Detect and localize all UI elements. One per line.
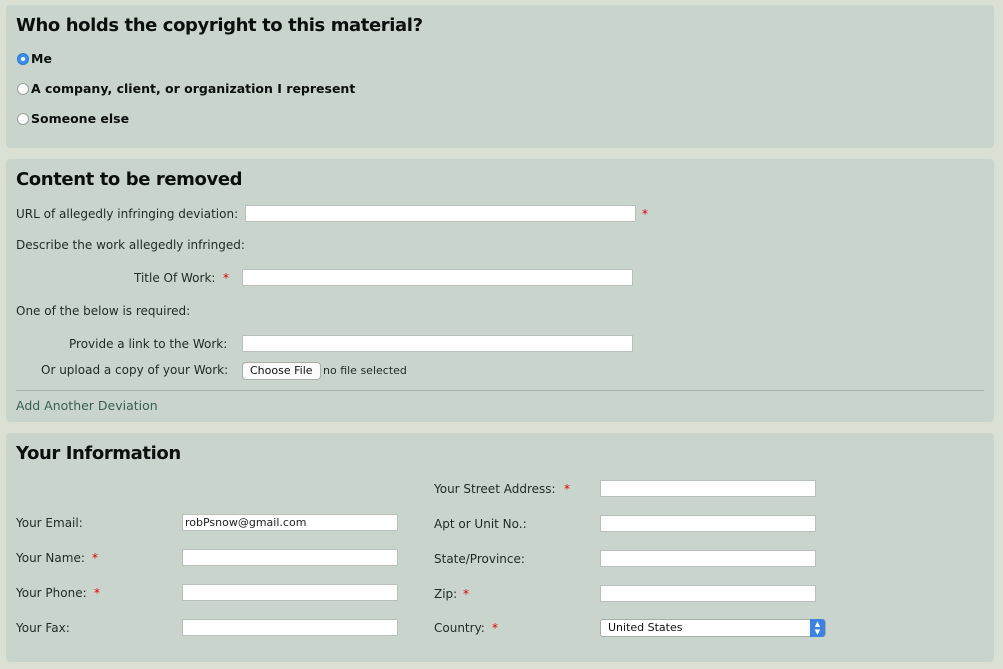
upload-label: Or upload a copy of your Work:: [41, 363, 229, 377]
describe-label: Describe the work allegedly infringed:: [16, 238, 245, 252]
content-panel: Content to be removed URL of allegedly i…: [6, 159, 994, 422]
url-required-mark: *: [642, 207, 648, 221]
email-input[interactable]: [182, 514, 398, 531]
radio-button-someone-else[interactable]: [17, 112, 29, 125]
country-required-mark: *: [492, 621, 498, 635]
one-required-label: One of the below is required:: [16, 304, 191, 318]
zip-required-mark: *: [463, 587, 469, 601]
no-file-status: no file selected: [323, 364, 407, 377]
radio-option-company[interactable]: A company, client, or organization I rep…: [17, 81, 355, 96]
copyright-heading: Who holds the copyright to this material…: [16, 15, 423, 36]
radio-option-me[interactable]: Me: [17, 51, 52, 66]
radio-label-company: A company, client, or organization I rep…: [31, 81, 356, 96]
phone-label: Your Phone:: [16, 586, 87, 600]
name-required-mark: *: [92, 551, 98, 565]
link-label: Provide a link to the Work:: [69, 337, 228, 351]
name-input[interactable]: [182, 549, 398, 566]
country-label: Country:: [434, 621, 485, 635]
link-input[interactable]: [242, 335, 633, 352]
state-input[interactable]: [600, 550, 816, 567]
add-another-deviation-link[interactable]: Add Another Deviation: [16, 398, 158, 413]
radio-option-someone-else[interactable]: Someone else: [17, 111, 129, 126]
zip-label: Zip:: [434, 587, 458, 601]
your-information-panel: Your Information Your Email: Your Name: …: [6, 433, 994, 662]
url-input[interactable]: [245, 205, 636, 222]
title-input[interactable]: [242, 269, 633, 286]
copyright-panel: Who holds the copyright to this material…: [6, 5, 994, 148]
url-label: URL of allegedly infringing deviation:: [16, 207, 239, 221]
street-required-mark: *: [564, 482, 570, 496]
chevron-up-down-icon: ▲ ▼: [810, 619, 825, 637]
phone-input[interactable]: [182, 584, 398, 601]
country-select-value: United States: [608, 621, 683, 634]
content-heading: Content to be removed: [16, 169, 243, 190]
fax-input[interactable]: [182, 619, 398, 636]
zip-input[interactable]: [600, 585, 816, 602]
country-select[interactable]: United States ▲ ▼: [600, 619, 826, 637]
street-label: Your Street Address:: [434, 482, 556, 496]
email-label: Your Email:: [16, 516, 83, 530]
name-label: Your Name:: [16, 551, 85, 565]
title-required-mark: *: [223, 271, 229, 285]
divider: [16, 390, 984, 391]
radio-label-me: Me: [31, 51, 52, 66]
info-heading: Your Information: [16, 443, 181, 464]
street-input[interactable]: [600, 480, 816, 497]
title-label: Title Of Work:: [134, 271, 216, 285]
choose-file-button[interactable]: Choose File: [242, 362, 321, 380]
fax-label: Your Fax:: [16, 621, 70, 635]
apt-label: Apt or Unit No.:: [434, 517, 527, 531]
phone-required-mark: *: [94, 586, 100, 600]
state-label: State/Province:: [434, 552, 525, 566]
apt-input[interactable]: [600, 515, 816, 532]
radio-button-company[interactable]: [17, 82, 29, 95]
radio-label-someone-else: Someone else: [31, 111, 130, 126]
radio-button-me[interactable]: [17, 52, 29, 65]
